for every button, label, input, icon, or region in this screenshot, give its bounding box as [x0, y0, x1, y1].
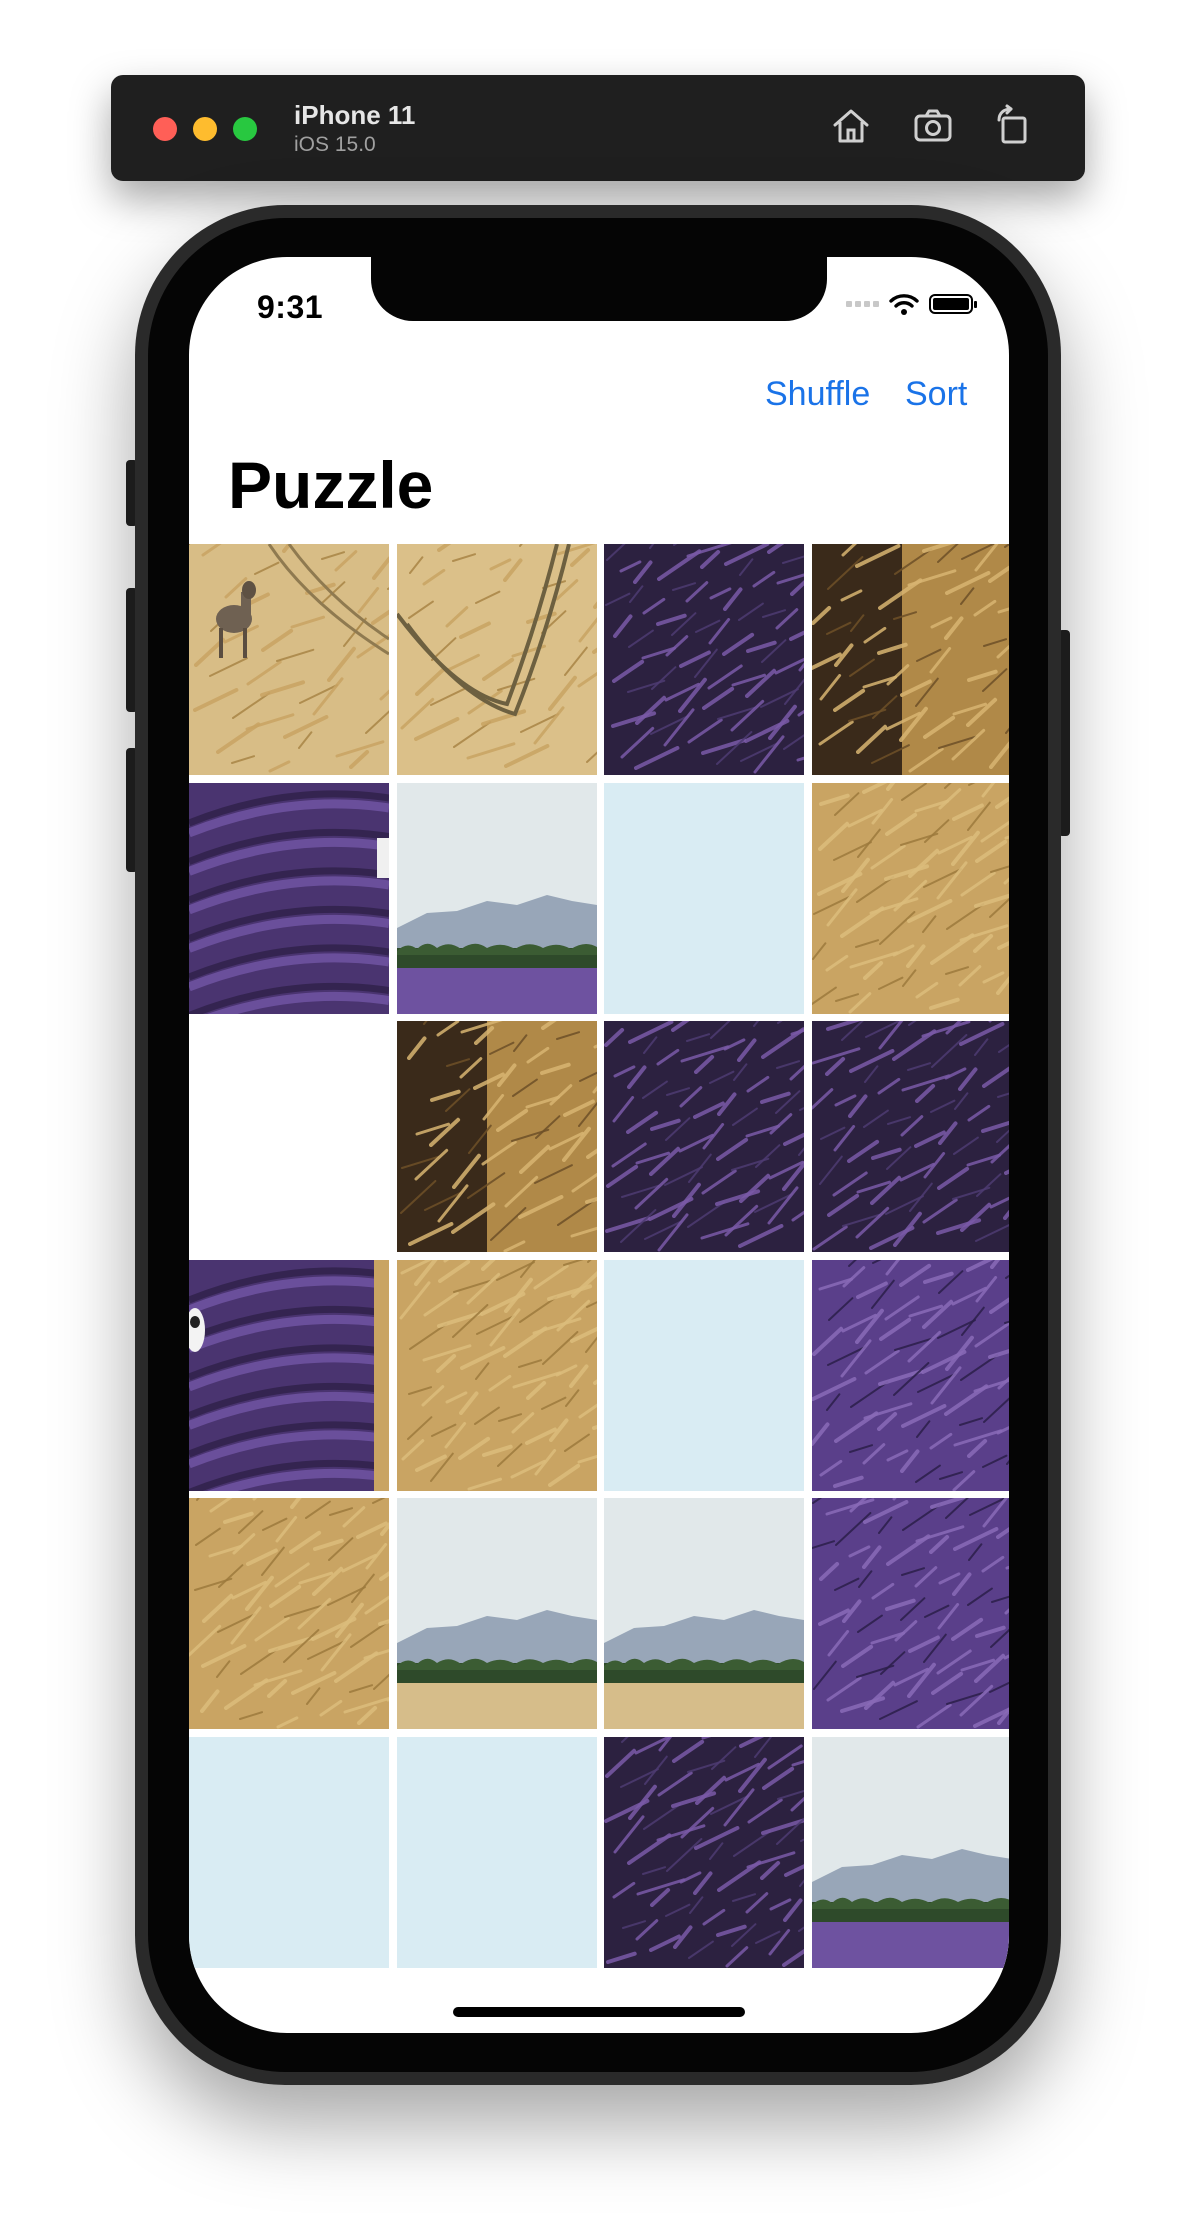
puzzle-tile[interactable] [811, 544, 1009, 775]
signal-icon [846, 301, 879, 307]
puzzle-tile[interactable] [396, 782, 597, 1014]
camera-icon[interactable] [911, 104, 955, 148]
puzzle-tile[interactable] [189, 544, 389, 775]
puzzle-tile[interactable] [396, 1021, 597, 1252]
puzzle-tile[interactable] [189, 1259, 389, 1491]
puzzle-empty-slot [189, 1021, 389, 1252]
puzzle-tile[interactable] [604, 1259, 804, 1491]
minimize-window-button[interactable] [193, 117, 217, 141]
sort-button[interactable]: Sort [905, 375, 967, 414]
puzzle-tile[interactable] [604, 782, 804, 1014]
puzzle-tile[interactable] [189, 1498, 389, 1729]
zoom-window-button[interactable] [233, 117, 257, 141]
wifi-icon [889, 294, 919, 315]
puzzle-tile[interactable] [811, 782, 1009, 1014]
puzzle-tile[interactable] [396, 1736, 597, 1968]
puzzle-tile[interactable] [811, 1736, 1009, 1968]
device-name: iPhone 11 [294, 100, 416, 130]
puzzle-tile[interactable] [604, 1736, 804, 1968]
puzzle-tile[interactable] [811, 1259, 1009, 1491]
puzzle-tile[interactable] [811, 1021, 1009, 1252]
page-title: Puzzle [228, 448, 434, 522]
puzzle-tile[interactable] [604, 544, 804, 775]
puzzle-tile[interactable] [604, 1021, 804, 1252]
puzzle-tile[interactable] [396, 544, 597, 775]
close-window-button[interactable] [153, 117, 177, 141]
shuffle-button[interactable]: Shuffle [765, 375, 870, 414]
os-version: iOS 15.0 [294, 133, 376, 156]
notch [371, 257, 827, 321]
rotate-icon[interactable] [991, 104, 1035, 148]
phone-screen: 9:31 Shuffle Sort Puzzle [189, 257, 1009, 2033]
status-icons [846, 293, 977, 315]
puzzle-tile[interactable] [396, 1259, 597, 1491]
puzzle-tile[interactable] [189, 782, 389, 1014]
puzzle-tile[interactable] [396, 1498, 597, 1729]
home-icon[interactable] [829, 104, 873, 148]
status-time: 9:31 [257, 289, 324, 325]
puzzle-tile[interactable] [811, 1498, 1009, 1729]
home-indicator[interactable] [453, 2007, 745, 2017]
puzzle-tile[interactable] [189, 1736, 389, 1968]
puzzle-tile[interactable] [604, 1498, 804, 1729]
battery-icon [929, 294, 977, 314]
